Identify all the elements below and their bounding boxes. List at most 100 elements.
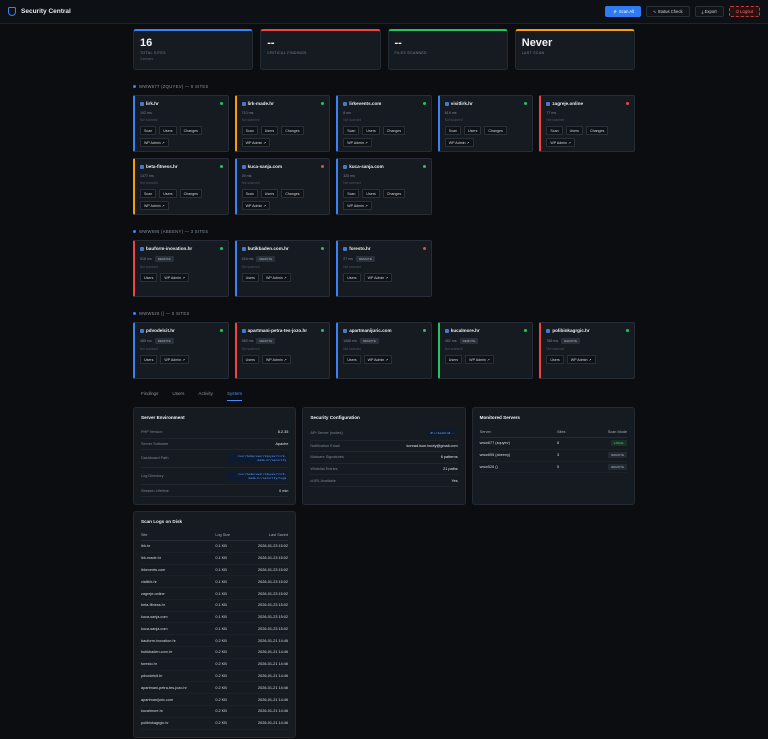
users-button[interactable]: Users [546,355,564,364]
site-name[interactable]: kucalmore.hr [444,328,528,333]
wp-admin-button[interactable]: WP Admin ↗ [465,355,494,364]
site-name[interactable]: apartmani-petra-tes-jozo.hr [241,328,325,333]
scan-button[interactable]: Scan [241,189,258,198]
monitored-servers-panel: Monitored Servers Server Sites Scan Mode… [471,407,635,505]
globe-icon [343,246,348,251]
wp-admin-button[interactable]: WP Admin ↗ [160,355,190,364]
site-name[interactable]: polibinkagrgic.hr [546,328,629,333]
changes-button[interactable]: Changes [585,126,609,135]
group-title-text: WWW526 () — 5 SITES [139,311,190,316]
site-name-text: apartmani-petra-tes-jozo.hr [247,328,308,333]
response-ms: 102 ms [140,111,152,115]
site-name[interactable]: apartmanijuric.com [343,328,426,333]
users-button[interactable]: Users [362,189,380,198]
scan-button[interactable]: Scan [140,189,157,198]
site-grid: lirk.hr 102 ms Not scanned Scan Users Changes… [133,95,635,215]
config-key: API Server (nodes) [310,431,343,436]
tab-findings[interactable]: Findings [141,391,158,401]
wp-admin-button[interactable]: WP Admin ↗ [444,138,474,147]
remote-badge: REMOTE [561,338,581,344]
site-card: foresto.hr 27 ms REMOTE Not scanned Users WP … [336,240,432,297]
wp-admin-button[interactable]: WP Admin ↗ [343,138,372,147]
site-name[interactable]: lirkevents.com [343,101,426,106]
site-name[interactable]: lirk-made.hr [241,101,325,106]
status-indicator [422,247,426,250]
response-ms: 77 ms [546,111,557,115]
users-button[interactable]: Users [260,126,279,135]
wp-admin-button[interactable]: WP Admin ↗ [363,355,393,364]
users-button[interactable]: Users [241,273,259,282]
site-card: beta-fitness.hr 1477 ms Not scanned Scan Use… [133,158,229,215]
wp-admin-button[interactable]: WP Admin ↗ [261,355,291,364]
users-button[interactable]: Users [140,355,158,364]
wp-admin-button[interactable]: WP Admin ↗ [160,273,190,282]
log-date: 2026-01-23 15:02 [239,564,288,577]
tab-users[interactable]: Users [172,391,184,401]
site-name[interactable]: bauform-inovation.hr [140,246,223,251]
col-header: Server [479,427,558,438]
status-check-button[interactable]: ∿ Status Check [646,6,690,17]
users-button[interactable]: Users [362,126,380,135]
wp-admin-button[interactable]: WP Admin ↗ [363,273,393,282]
scan-button[interactable]: Scan [241,126,258,135]
changes-button[interactable]: Changes [179,126,202,135]
site-name[interactable]: pdvodelcit.hr [140,328,223,333]
users-button[interactable]: Users [463,126,482,135]
changes-button[interactable]: Changes [281,126,304,135]
changes-button[interactable]: Changes [179,189,202,198]
site-name-text: kucalmore.hr [450,328,480,333]
scan-button[interactable]: Scan [343,189,360,198]
users-button[interactable]: Users [444,355,463,364]
users-button[interactable]: Users [565,126,583,135]
site-name[interactable]: zagreje.online [546,101,629,106]
users-button[interactable]: Users [343,273,361,282]
users-button[interactable]: Users [159,189,177,198]
site-name[interactable]: lirk.hr [140,101,223,106]
log-date: 2026-01-23 15:02 [239,587,288,600]
changes-button[interactable]: Changes [281,189,304,198]
site-name[interactable]: beta-fitness.hr [140,164,223,169]
card-actions: Scan Users Changes [241,126,325,135]
users-button[interactable]: Users [260,189,279,198]
logout-button[interactable]: ⏻ Logout [728,6,760,17]
wp-admin-button[interactable]: WP Admin ↗ [241,138,271,147]
scan-button[interactable]: Scan [140,126,157,135]
col-header: Scan Mode [578,427,627,438]
users-button[interactable]: Users [241,355,259,364]
log-site: polibinkagrgic.hr [141,717,216,730]
wp-admin-button[interactable]: WP Admin ↗ [261,273,291,282]
scan-button[interactable]: Scan [444,126,461,135]
table-row: kuca-sanja.com 0.1 KB 2026-01-23 15:02 [141,622,288,636]
wp-admin-button[interactable]: WP Admin ↗ [140,201,169,210]
site-name[interactable]: butikbaden.com.hr [241,246,325,251]
log-size: 0.2 KB [215,681,240,695]
scan-status: Not scanned [241,118,260,122]
changes-button[interactable]: Changes [382,189,406,198]
scan-button[interactable]: Scan [546,126,563,135]
card-actions: Scan Users Changes [343,126,426,135]
wp-admin-button[interactable]: WP Admin ↗ [140,138,169,147]
site-name[interactable]: kuca-sanja.com [241,164,325,169]
site-name[interactable]: visitlirk.hr [444,101,528,106]
log-size: 0.2 KB [215,717,240,730]
log-size: 0.1 KB [215,622,240,636]
site-name[interactable]: foresto.hr [343,246,426,251]
users-button[interactable]: Users [159,126,177,135]
users-button[interactable]: Users [140,273,158,282]
wp-admin-button[interactable]: WP Admin ↗ [241,201,271,210]
tab-activity[interactable]: Activity [198,391,213,401]
wp-admin-button[interactable]: WP Admin ↗ [546,138,576,147]
users-button[interactable]: Users [343,355,361,364]
response-ms: 786 ms [546,339,559,343]
changes-button[interactable]: Changes [382,126,406,135]
stat-value: 16 [140,37,153,49]
wp-admin-button[interactable]: WP Admin ↗ [566,355,596,364]
wp-admin-button[interactable]: WP Admin ↗ [343,201,372,210]
scan-button[interactable]: Scan [343,126,360,135]
site-name-text: apartmanijuric.com [349,328,392,333]
site-name[interactable]: kuca-sanja.com [343,164,426,169]
tab-system[interactable]: System [226,391,243,401]
export-button[interactable]: ⤓ Export [694,6,724,17]
scan-all-button[interactable]: ⚡ Scan All [605,6,641,17]
changes-button[interactable]: Changes [484,126,507,135]
